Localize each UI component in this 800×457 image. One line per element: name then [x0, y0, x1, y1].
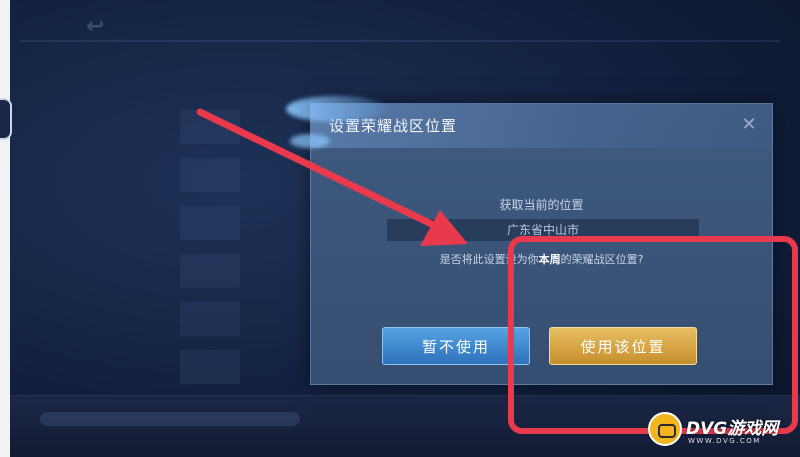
watermark-url: WWW.DVG.COM	[688, 437, 761, 445]
game-screen: ↩ 设置荣耀战区位置 ✕ 获取当前的位置 广东省中山市 是否将此设置设为你本周的…	[0, 0, 800, 457]
arrow-head	[420, 210, 468, 246]
highlight-box	[508, 236, 798, 434]
gamepad-icon	[648, 412, 682, 446]
watermark: DVG游戏网 WWW.DVG.COM	[648, 410, 798, 452]
arrow-shaft	[196, 108, 452, 236]
watermark-brand: DVG游戏网	[686, 419, 779, 439]
